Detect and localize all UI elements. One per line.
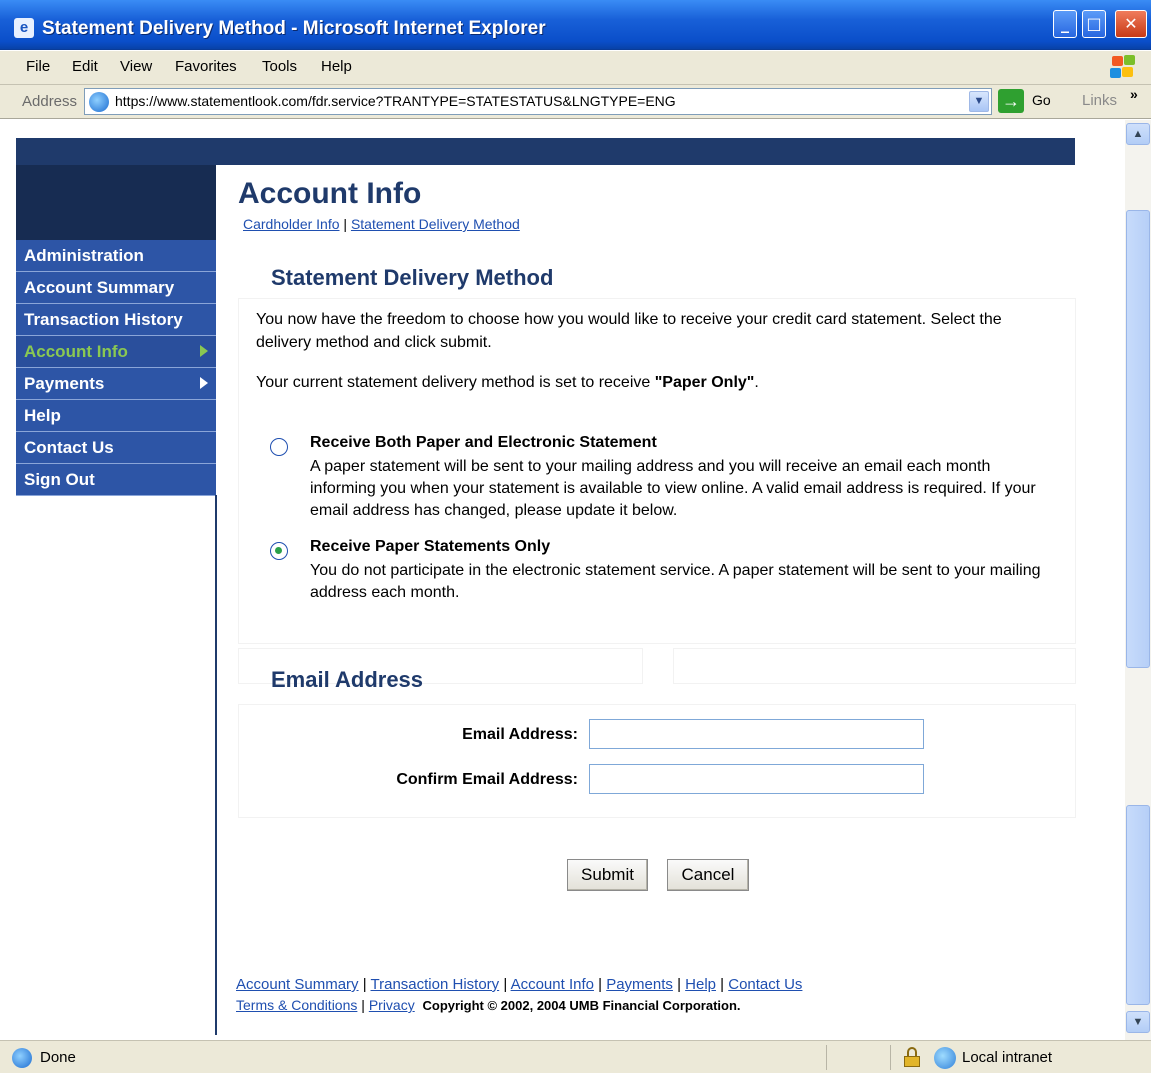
- sidebar-nav: Administration Account Summary Transacti…: [16, 240, 216, 496]
- delivery-section-title: Statement Delivery Method: [271, 265, 554, 290]
- current-method-value: "Paper Only": [654, 374, 755, 391]
- vertical-scrollbar[interactable]: ▲ ▼: [1125, 120, 1151, 1040]
- breadcrumb-statement-delivery-link[interactable]: Statement Delivery Method: [351, 216, 520, 232]
- current-method-prefix: Your current statement delivery method i…: [256, 374, 655, 391]
- option-paper-and-electronic[interactable]: Receive Both Paper and Electronic Statem…: [270, 434, 1060, 524]
- breadcrumb: Cardholder Info | Statement Delivery Met…: [243, 216, 520, 232]
- status-text: Done: [40, 1049, 76, 1066]
- menu-file[interactable]: File: [26, 58, 50, 75]
- header-banner: [16, 138, 1075, 165]
- footer-link-account-info[interactable]: Account Info: [511, 976, 594, 993]
- close-button[interactable]: ✕: [1115, 10, 1147, 38]
- status-bar: Done Local intranet: [0, 1040, 1151, 1073]
- submit-button[interactable]: Submit: [567, 859, 648, 891]
- status-divider: [826, 1045, 827, 1070]
- sidebar-item-contact-us[interactable]: Contact Us: [16, 432, 216, 464]
- option-title: Receive Both Paper and Electronic Statem…: [310, 434, 657, 451]
- option-description: You do not participate in the electronic…: [310, 562, 1041, 601]
- radio-paper-only[interactable]: [270, 542, 288, 560]
- page-content: Administration Account Summary Transacti…: [0, 120, 1125, 1040]
- security-zone-text: Local intranet: [962, 1049, 1053, 1066]
- confirm-email-field[interactable]: [589, 764, 924, 794]
- option-description: A paper statement will be sent to your m…: [310, 458, 1036, 519]
- confirm-email-label: Confirm Email Address:: [396, 771, 578, 788]
- address-input[interactable]: https://www.statementlook.com/fdr.servic…: [84, 88, 992, 115]
- sidebar-divider: [215, 495, 217, 1035]
- title-bar: e Statement Delivery Method - Microsoft …: [0, 0, 1151, 50]
- sidebar-item-help[interactable]: Help: [16, 400, 216, 432]
- scroll-up-icon[interactable]: ▲: [1126, 123, 1150, 145]
- menu-favorites[interactable]: Favorites: [175, 58, 237, 75]
- minimize-button[interactable]: _: [1053, 10, 1077, 38]
- sidebar-header: [16, 165, 216, 240]
- footer-link-transaction-history[interactable]: Transaction History: [371, 976, 500, 993]
- page-status-icon: [12, 1048, 32, 1068]
- page-title: Account Info: [238, 177, 422, 210]
- breadcrumb-cardholder-info-link[interactable]: Cardholder Info: [243, 216, 340, 232]
- sidebar-item-administration[interactable]: Administration: [16, 240, 216, 272]
- footer-links: Account Summary | Transaction History | …: [236, 976, 803, 993]
- ie-window-icon[interactable]: e: [14, 18, 34, 38]
- current-method-text: Your current statement delivery method i…: [256, 374, 759, 392]
- sidebar-item-transaction-history[interactable]: Transaction History: [16, 304, 216, 336]
- menu-help[interactable]: Help: [321, 58, 352, 75]
- footer-legal: Terms & Conditions | Privacy Copyright ©…: [236, 997, 741, 1013]
- sidebar-item-label: Administration: [24, 246, 144, 265]
- submenu-arrow-icon: [200, 377, 208, 389]
- sidebar-item-label: Sign Out: [24, 470, 95, 489]
- sidebar-item-label: Contact Us: [24, 438, 114, 457]
- windows-logo-icon: [1110, 55, 1136, 79]
- current-method-suffix: .: [754, 374, 759, 391]
- delivery-intro-text: You now have the freedom to choose how y…: [256, 311, 1002, 351]
- status-divider: [890, 1045, 891, 1070]
- email-section-title: Email Address: [271, 667, 424, 692]
- footer-link-contact-us[interactable]: Contact Us: [728, 976, 802, 993]
- scroll-thumb[interactable]: [1126, 210, 1150, 668]
- copyright-text: Copyright © 2002, 2004 UMB Financial Cor…: [422, 998, 741, 1013]
- option-title: Receive Paper Statements Only: [310, 538, 551, 555]
- sidebar-item-label: Help: [24, 406, 61, 425]
- sidebar-item-label: Account Summary: [24, 278, 175, 297]
- footer-link-help[interactable]: Help: [685, 976, 716, 993]
- menu-tools[interactable]: Tools: [262, 58, 297, 75]
- secure-lock-icon[interactable]: [904, 1047, 920, 1067]
- go-button[interactable]: Go: [1032, 92, 1051, 108]
- scroll-down-icon[interactable]: ▼: [1126, 1011, 1150, 1033]
- sidebar-item-label: Transaction History: [24, 310, 183, 329]
- footer-link-account-summary[interactable]: Account Summary: [236, 976, 359, 993]
- sidebar-item-label: Account Info: [24, 342, 128, 361]
- option-paper-only[interactable]: Receive Paper Statements Only You do not…: [270, 538, 1060, 601]
- submenu-arrow-icon: [200, 345, 208, 357]
- chevron-right-icon[interactable]: »: [1130, 86, 1138, 102]
- sidebar-item-label: Payments: [24, 374, 105, 393]
- address-url[interactable]: https://www.statementlook.com/fdr.servic…: [115, 93, 676, 109]
- menu-bar: File Edit View Favorites Tools Help: [0, 51, 1151, 85]
- email-header-panel-right: [673, 648, 1076, 684]
- sidebar-item-account-info[interactable]: Account Info: [16, 336, 216, 368]
- address-bar: Address https://www.statementlook.com/fd…: [0, 85, 1151, 119]
- breadcrumb-separator: |: [339, 216, 351, 232]
- footer-link-terms[interactable]: Terms & Conditions: [236, 997, 357, 1013]
- footer-link-payments[interactable]: Payments: [606, 976, 673, 993]
- sidebar-item-account-summary[interactable]: Account Summary: [16, 272, 216, 304]
- go-arrow-icon[interactable]: →: [998, 89, 1024, 113]
- window-title: Statement Delivery Method - Microsoft In…: [42, 18, 546, 39]
- sidebar-item-payments[interactable]: Payments: [16, 368, 216, 400]
- cancel-button[interactable]: Cancel: [667, 859, 749, 891]
- email-field[interactable]: [589, 719, 924, 749]
- page-icon: [89, 92, 109, 112]
- maximize-button[interactable]: □: [1082, 10, 1106, 38]
- footer-link-privacy[interactable]: Privacy: [369, 997, 415, 1013]
- address-label: Address: [22, 93, 78, 110]
- sidebar-item-sign-out[interactable]: Sign Out: [16, 464, 216, 496]
- email-label: Email Address:: [462, 726, 578, 743]
- links-button[interactable]: Links: [1082, 92, 1117, 109]
- scroll-thumb-lower[interactable]: [1126, 805, 1150, 1005]
- menu-edit[interactable]: Edit: [72, 58, 98, 75]
- address-dropdown-icon[interactable]: ▼: [969, 91, 989, 112]
- radio-paper-and-electronic[interactable]: [270, 438, 288, 456]
- intranet-zone-icon: [934, 1047, 956, 1069]
- menu-view[interactable]: View: [120, 58, 152, 75]
